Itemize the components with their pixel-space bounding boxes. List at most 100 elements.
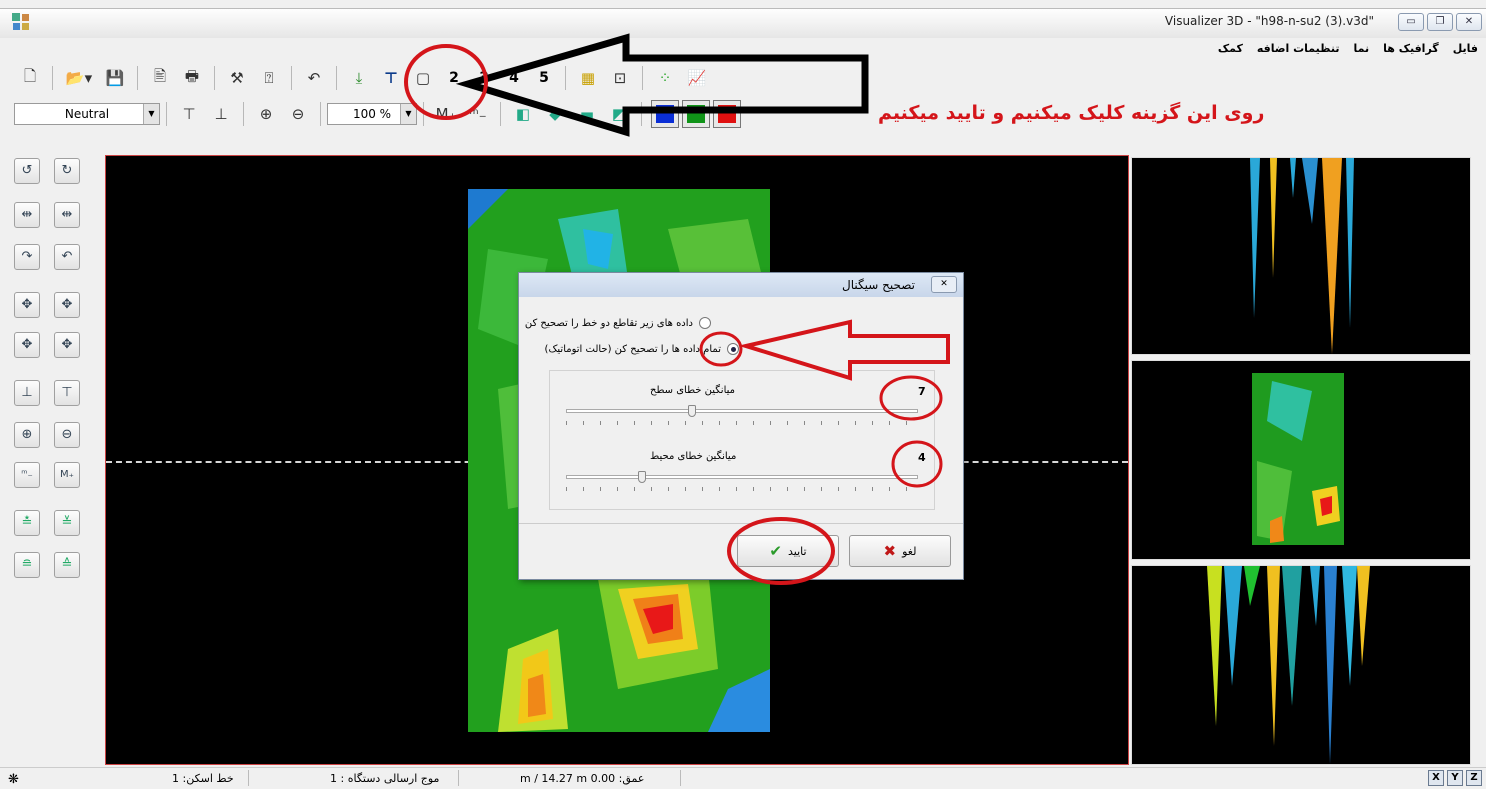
palette-select[interactable]: Neutral ▼ [14, 103, 160, 125]
option-intersection-label: داده های زیر تقاطع دو خط را تصحیح کن [524, 317, 693, 329]
layer-right-icon[interactable]: ≙ [54, 552, 80, 578]
minimize-button[interactable]: ▭ [1398, 13, 1424, 31]
secondary-toolbar: Neutral ▼ ⊤ ⊥ ⊕ ⊖ 100 % ▼ M₊ ᵐ₋ ◧ ◆ ▬ ◩ [14, 98, 741, 130]
menu-settings[interactable]: تنظیمات اضافه [1257, 42, 1340, 55]
flip-h-right-icon[interactable]: ⇹ [54, 202, 80, 228]
layer-up-icon[interactable]: ≛ [14, 510, 40, 536]
ambient-error-value: 4 [918, 451, 926, 464]
increase-gain-icon[interactable]: M₊ [433, 101, 459, 127]
dialog-title-bar: تصحیح سیگنال ✕ [519, 273, 963, 297]
view-1-icon[interactable]: ▢ [410, 65, 436, 91]
layer-1-icon[interactable]: ◧ [510, 101, 536, 127]
option-intersection-radio[interactable]: داده های زیر تقاطع دو خط را تصحیح کن [525, 317, 711, 329]
blue-color-button[interactable] [651, 100, 679, 128]
view-5-button[interactable]: 5 [529, 70, 559, 86]
graph-icon[interactable]: 📈 [684, 65, 710, 91]
rotate-right-icon[interactable]: ↻ [54, 158, 80, 184]
cancel-button[interactable]: ✖ لغو [849, 535, 951, 567]
main-toolbar: 🗋 📂▾ 💾 🖹 🖶 ⚒ ⍰ ↶ ⤓ ⊤ ▢ 2 3 4 5 ▦ ⊡ ⁘ 📈 [14, 62, 713, 94]
side-view-middle [1131, 360, 1471, 560]
layer-down-icon[interactable]: ≚ [54, 510, 80, 536]
option-automatic-radio[interactable]: تمام داده ها را تصحیح کن (حالت اتوماتیک) [545, 343, 739, 355]
surface-error-slider[interactable] [566, 409, 918, 413]
gain-down-icon[interactable]: ᵐ₋ [14, 462, 40, 488]
signal-correction-icon[interactable]: ⊤ [378, 65, 404, 91]
menu-help[interactable]: کمک [1218, 42, 1243, 55]
chevron-down-icon: ▼ [400, 104, 416, 124]
cancel-label: لغو [902, 544, 917, 558]
ambient-error-slider-thumb[interactable] [638, 471, 646, 483]
layer-3-icon[interactable]: ▬ [574, 101, 600, 127]
tilt-down-icon[interactable]: ↷ [14, 244, 40, 270]
layer-2-icon[interactable]: ◆ [542, 101, 568, 127]
dialog-title: تصحیح سیگنال [842, 278, 915, 292]
cross-icon: ✖ [883, 542, 897, 560]
ambient-error-slider[interactable] [566, 475, 918, 479]
green-color-button[interactable] [682, 100, 710, 128]
new-file-icon[interactable]: 🗋 [17, 65, 43, 91]
zoom-out-icon[interactable]: ⊖ [285, 101, 311, 127]
menu-file[interactable]: فایل [1453, 42, 1478, 55]
zoom-out-side-icon[interactable]: ⊖ [54, 422, 80, 448]
window-title: Visualizer 3D - "h98-n-su2 (3).v3d" [1164, 14, 1374, 28]
checkmark-icon: ✔ [769, 542, 782, 560]
instruction-annotation: روی این گزینه کلیک میکنیم و تایید میکنیم [878, 102, 1265, 124]
grid-icon[interactable]: ▦ [575, 65, 601, 91]
device-wave-status: موج ارسالی دستگاه : 1 [330, 772, 440, 785]
side-view-bottom [1131, 565, 1471, 765]
layer-left-icon[interactable]: ≘ [14, 552, 40, 578]
tilt-up-icon[interactable]: ↶ [54, 244, 80, 270]
align-bottom-icon[interactable]: ⊥ [14, 380, 40, 406]
view-4-button[interactable]: 4 [499, 70, 529, 86]
import-icon[interactable]: ⤓ [346, 65, 372, 91]
view-3-button[interactable]: 3 [469, 70, 499, 86]
move-up-icon[interactable]: ✥ [14, 332, 40, 358]
open-folder-icon[interactable]: 📂▾ [62, 65, 96, 91]
x-axis-button[interactable]: X [1428, 770, 1444, 786]
export-icon[interactable]: 🖹 [147, 65, 173, 91]
points-icon[interactable]: ⁘ [652, 65, 678, 91]
z-axis-button[interactable]: Z [1466, 770, 1482, 786]
move-left-icon[interactable]: ✥ [14, 292, 40, 318]
zoom-in-side-icon[interactable]: ⊕ [14, 422, 40, 448]
palette-value: Neutral [64, 107, 110, 121]
menu-view[interactable]: نما [1354, 42, 1370, 55]
zoom-in-icon[interactable]: ⊕ [253, 101, 279, 127]
top-align-icon[interactable]: ⊤ [176, 101, 202, 127]
restore-button[interactable]: ❐ [1427, 13, 1453, 31]
option-automatic-label: تمام داده ها را تصحیح کن (حالت اتوماتیک) [544, 343, 721, 355]
y-axis-button[interactable]: Y [1447, 770, 1463, 786]
move-down-icon[interactable]: ✥ [54, 332, 80, 358]
print-icon[interactable]: 🖶 [179, 65, 205, 91]
error-settings-group: میانگین خطای سطح 7 میانگین خطای محیط 4 [549, 370, 935, 510]
ambient-error-label: میانگین خطای محیط [650, 451, 737, 462]
view-2-button[interactable]: 2 [439, 70, 469, 86]
bottom-align-icon[interactable]: ⊥ [208, 101, 234, 127]
zoom-select[interactable]: 100 % ▼ [327, 103, 417, 125]
move-right-icon[interactable]: ✥ [54, 292, 80, 318]
rotate-left-icon[interactable]: ↺ [14, 158, 40, 184]
app-icon [12, 13, 29, 30]
decrease-gain-icon[interactable]: ᵐ₋ [465, 101, 491, 127]
surface-error-slider-thumb[interactable] [688, 405, 696, 417]
ok-button[interactable]: ✔ تایید [737, 535, 839, 567]
depth-status: عمق: 0.00 m / 14.27 m [520, 772, 645, 785]
surface-error-ticks [566, 421, 918, 425]
layer-4-icon[interactable]: ◩ [606, 101, 632, 127]
ambient-error-ticks [566, 487, 918, 491]
gain-up-icon[interactable]: M₊ [54, 462, 80, 488]
close-button[interactable]: ✕ [1456, 13, 1482, 31]
save-icon[interactable]: 💾 [102, 65, 128, 91]
red-color-button[interactable] [713, 100, 741, 128]
align-top-icon[interactable]: ⊤ [54, 380, 80, 406]
tools-icon[interactable]: ⚒ [224, 65, 250, 91]
title-bar: Visualizer 3D - "h98-n-su2 (3).v3d" ▭ ❐ … [0, 8, 1486, 38]
help-icon[interactable]: ⍰ [256, 65, 282, 91]
app-window: Visualizer 3D - "h98-n-su2 (3).v3d" ▭ ❐ … [0, 0, 1486, 789]
flip-h-left-icon[interactable]: ⇹ [14, 202, 40, 228]
undo-icon[interactable]: ↶ [301, 65, 327, 91]
dialog-close-button[interactable]: ✕ [931, 276, 957, 293]
zoom-window-icon[interactable]: ⊡ [607, 65, 633, 91]
menu-graphics[interactable]: گرافیک ها [1383, 42, 1439, 55]
radio-icon [699, 317, 711, 329]
